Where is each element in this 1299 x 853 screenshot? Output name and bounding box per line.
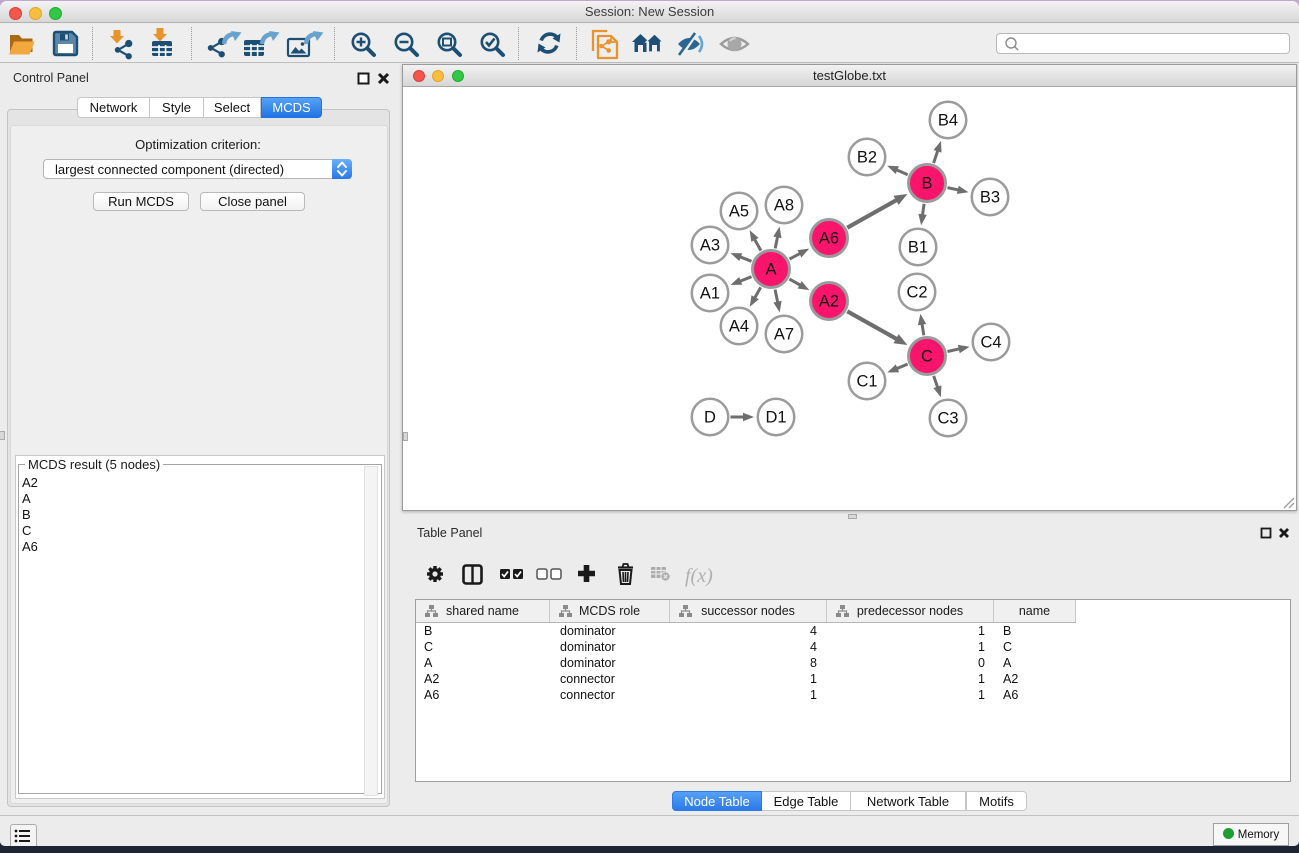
- svg-text:B: B: [921, 175, 932, 193]
- svg-text:B1: B1: [908, 239, 928, 257]
- svg-text:A4: A4: [729, 318, 749, 336]
- svg-text:A8: A8: [774, 197, 794, 215]
- svg-text:B4: B4: [938, 112, 958, 130]
- svg-text:A5: A5: [729, 203, 749, 221]
- svg-text:C4: C4: [980, 334, 1001, 352]
- svg-text:A3: A3: [700, 237, 720, 255]
- svg-text:A2: A2: [819, 293, 839, 311]
- svg-text:A: A: [765, 261, 776, 279]
- svg-text:B2: B2: [857, 149, 877, 167]
- svg-text:C3: C3: [937, 410, 958, 428]
- svg-text:D1: D1: [765, 409, 786, 427]
- svg-text:A1: A1: [700, 285, 720, 303]
- svg-text:A6: A6: [819, 230, 839, 248]
- svg-text:f(x): f(x): [685, 565, 713, 587]
- svg-text:D: D: [704, 409, 716, 427]
- svg-text:C: C: [921, 348, 933, 366]
- svg-text:B3: B3: [980, 189, 1000, 207]
- svg-text:C1: C1: [856, 373, 877, 391]
- svg-text:C2: C2: [906, 284, 927, 302]
- svg-text:A7: A7: [774, 326, 794, 344]
